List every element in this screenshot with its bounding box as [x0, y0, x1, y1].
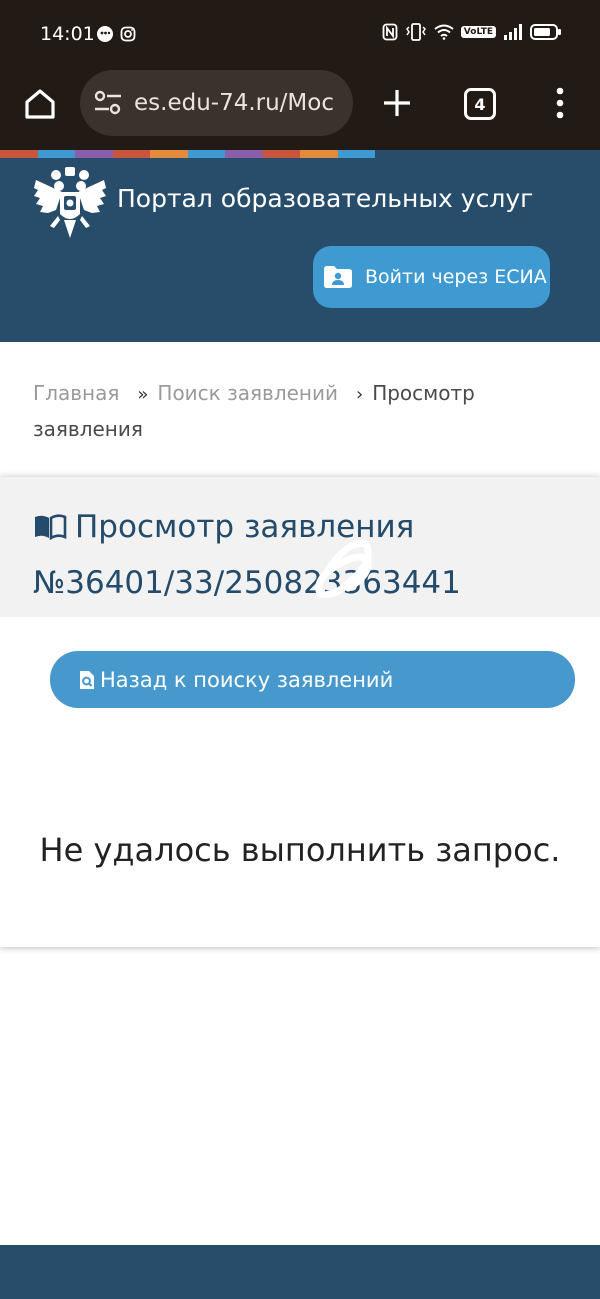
stripe-segment [262, 150, 300, 158]
home-button[interactable] [18, 82, 62, 126]
open-book-icon [35, 514, 67, 540]
stripe-segment [187, 150, 225, 158]
stripe-segment [37, 150, 75, 158]
vibrate-icon [405, 23, 426, 41]
color-stripe [0, 150, 375, 158]
stripe-segment [0, 150, 38, 158]
back-to-search-label: Назад к поиску заявлений [100, 667, 394, 692]
breadcrumb-separator: » [137, 384, 149, 405]
page-title: Просмотр заявления №36401/33/25082336344… [33, 499, 578, 611]
application-card: Просмотр заявления №36401/33/25082336344… [0, 477, 600, 947]
search-document-icon [80, 670, 94, 689]
browser-toolbar: es.edu-74.ru/Moc 4 [0, 66, 600, 150]
stripe-segment [337, 150, 375, 158]
esia-login-button[interactable]: Войти через ЕСИА [313, 246, 550, 308]
home-icon [25, 89, 55, 119]
site-header: Портал образовательных услуг Войти через… [0, 150, 600, 342]
url-bar[interactable]: es.edu-74.ru/Moc [80, 70, 353, 136]
signal-icon [504, 24, 522, 40]
status-bar: 14:01 VoLTE [0, 0, 600, 66]
back-to-search-button[interactable]: Назад к поиску заявлений [50, 651, 575, 708]
plus-icon [384, 90, 410, 116]
wifi-icon [434, 24, 454, 40]
tab-count: 4 [474, 94, 486, 114]
status-right-icons: VoLTE [382, 23, 562, 41]
tabs-button[interactable]: 4 [464, 88, 496, 120]
breadcrumb-home[interactable]: Главная [33, 381, 119, 405]
breadcrumb: Главная» Поиск заявлений › Просмотр заявлен… [33, 376, 573, 447]
instagram-icon [120, 26, 136, 42]
stripe-segment [75, 150, 113, 158]
esia-login-label: Войти через ЕСИА [365, 266, 547, 288]
page-title-text: Просмотр заявления №36401/33/25082336344… [33, 509, 461, 601]
stripe-segment [300, 150, 338, 158]
status-left-icons [96, 25, 136, 43]
site-footer [0, 1245, 600, 1299]
stripe-segment [112, 150, 150, 158]
breadcrumb-search[interactable]: Поиск заявлений [157, 381, 338, 405]
menu-button[interactable] [548, 82, 572, 124]
breadcrumb-separator: › [355, 384, 364, 405]
nfc-icon [382, 23, 398, 41]
url-text[interactable]: es.edu-74.ru/Moc [134, 90, 334, 116]
more-vert-icon [556, 87, 564, 119]
stripe-segment [150, 150, 188, 158]
battery-icon [530, 24, 561, 40]
chat-bubble-icon [97, 26, 113, 42]
card-header: Просмотр заявления №36401/33/25082336344… [0, 477, 600, 617]
new-tab-button[interactable] [376, 82, 418, 124]
volte-icon: VoLTE [460, 26, 496, 38]
error-message: Не удалось выполнить запрос. [39, 831, 561, 869]
folder-user-icon [324, 266, 352, 288]
coat-of-arms-icon [34, 167, 106, 238]
stripe-segment [225, 150, 263, 158]
tune-icon[interactable] [94, 90, 122, 116]
portal-title: Портал образовательных услуг [117, 184, 534, 213]
status-time: 14:01 [40, 23, 95, 45]
